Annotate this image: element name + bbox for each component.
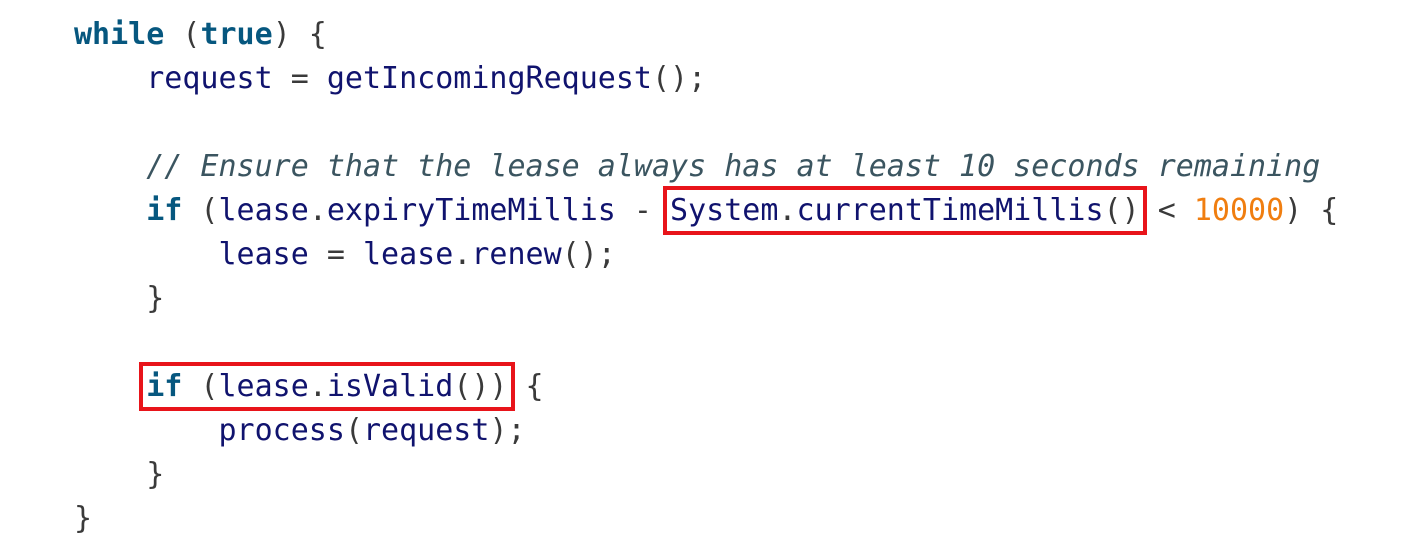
identifier-lease: lease xyxy=(218,193,309,228)
code-line-5: if (lease.expiryTimeMillis - System.curr… xyxy=(74,186,1339,235)
code-line-4: // Ensure that the lease always has at l… xyxy=(74,145,1338,189)
identifier-request: request xyxy=(146,61,273,96)
code-line-2: request = getIncomingRequest(); xyxy=(74,57,1338,101)
code-line-7: } xyxy=(74,277,1338,321)
operator: - xyxy=(615,193,671,228)
closing-brace: } xyxy=(146,457,165,492)
closing-brace: } xyxy=(146,281,165,316)
highlight-box-isvalid: if (lease.isValid()) xyxy=(139,362,515,411)
operator: < xyxy=(1139,193,1194,228)
identifier-getincomingrequest: getIncomingRequest xyxy=(326,61,652,96)
punctuation: ( xyxy=(164,17,201,52)
punctuation: () xyxy=(1103,193,1140,228)
identifier-lease: lease xyxy=(218,369,309,404)
identifier-lease: lease xyxy=(363,237,454,272)
punctuation: . xyxy=(778,193,797,228)
operator: = xyxy=(272,61,327,96)
number-literal: 10000 xyxy=(1193,193,1285,228)
highlight-box-system-time: System.currentTimeMillis() xyxy=(663,186,1147,235)
punctuation: ( xyxy=(182,369,219,404)
closing-brace: } xyxy=(74,501,93,536)
code-comment: // Ensure that the lease always has at l… xyxy=(146,149,1321,184)
identifier-process: process xyxy=(218,413,345,448)
identifier-isvalid: isValid xyxy=(326,369,454,404)
punctuation: ( xyxy=(182,193,219,228)
opening-brace: { xyxy=(507,369,544,404)
keyword-while: while xyxy=(74,17,165,52)
punctuation: (); xyxy=(651,61,707,96)
punctuation: ()) xyxy=(453,369,508,404)
identifier-currenttimemillis: currentTimeMillis xyxy=(796,193,1104,228)
identifier-renew: renew xyxy=(471,237,562,272)
code-line-10: process(request); xyxy=(74,409,1338,453)
identifier-lease: lease xyxy=(218,237,309,272)
punctuation: . xyxy=(453,237,472,272)
keyword-if: if xyxy=(146,369,183,404)
identifier-request: request xyxy=(363,413,490,448)
punctuation: ); xyxy=(489,413,526,448)
punctuation: ) { xyxy=(1284,193,1339,228)
punctuation: . xyxy=(308,193,327,228)
punctuation: ( xyxy=(344,413,363,448)
keyword-true: true xyxy=(200,17,273,52)
keyword-if: if xyxy=(146,193,183,228)
operator: = xyxy=(308,237,363,272)
code-line-9: if (lease.isValid()) { xyxy=(74,362,1338,411)
code-line-6: lease = lease.renew(); xyxy=(74,233,1338,277)
code-line-11: } xyxy=(74,453,1338,497)
code-line-1: while (true) { xyxy=(74,13,1338,57)
punctuation: (); xyxy=(561,237,616,272)
punctuation: . xyxy=(308,369,327,404)
punctuation: ) { xyxy=(272,17,327,52)
identifier-expirytimemillis: expiryTimeMillis xyxy=(326,193,616,228)
code-line-12: } xyxy=(74,497,1338,541)
identifier-system: System xyxy=(670,193,779,228)
code-block: while (true) { request = getIncomingRequ… xyxy=(74,13,1338,541)
